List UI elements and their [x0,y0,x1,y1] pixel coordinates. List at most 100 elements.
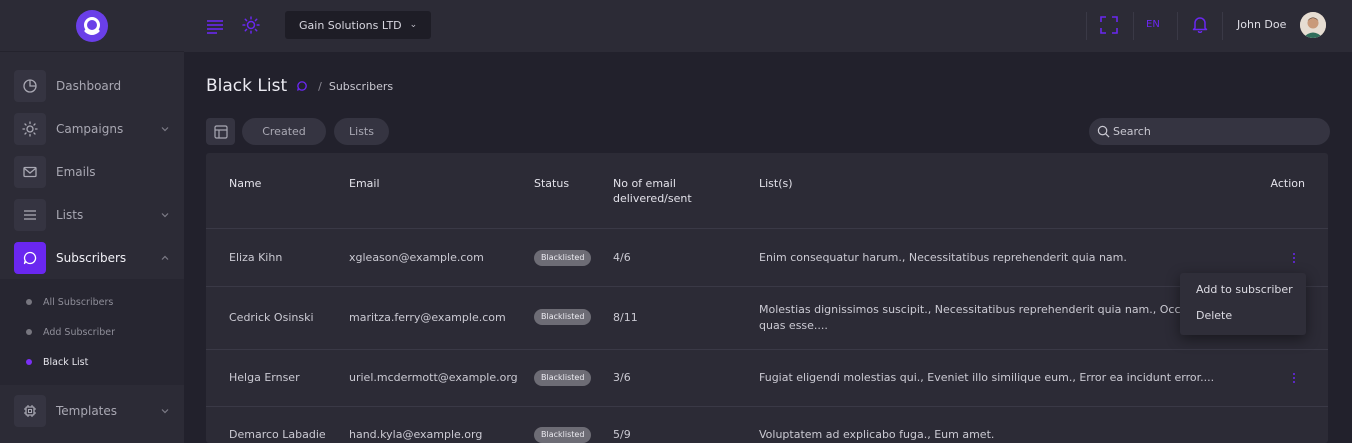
chevron-up-icon [161,255,169,260]
subscriber-email: uriel.mcdermott@example.org [349,371,518,384]
add-to-subscriber-menu-item[interactable]: Add to subscriber [1180,283,1306,309]
subscribers-table: Name Email Status No of email delivered/… [206,153,1328,443]
chip-icon [14,394,46,427]
sidebar-subitem-label: Add Subscriber [43,326,115,338]
mail-icon [14,155,46,188]
created-filter-button[interactable]: Created [242,118,326,145]
fullscreen-icon[interactable] [1100,16,1118,34]
subscriber-email: xgleason@example.com [349,251,484,264]
toolbar: Created Lists [206,118,1330,146]
subscriber-lists: Voluptatem ad explicabo fuga., Eum amet. [759,428,995,441]
app-logo-icon[interactable] [76,9,108,42]
sidebar-subitem-label: Black List [43,356,89,368]
subscriber-name: Helga Ernser [229,371,300,384]
main-content: Black List / Subscribers Created Lists N… [206,52,1330,443]
sidebar-subitem-add-subscriber[interactable]: Add Subscriber [0,317,184,347]
sidebar-item-label: Subscribers [56,250,127,265]
chevron-down-icon [161,126,169,131]
chevron-down-icon: ⌄ [409,20,418,30]
sidebar-subitem-label: All Subscribers [43,296,114,308]
avatar[interactable] [1300,12,1326,38]
sidebar-item-subscribers[interactable]: Subscribers [0,236,184,279]
status-badge: Blacklisted [534,370,592,386]
row-actions-kebab-icon[interactable] [1288,371,1300,385]
subscribers-submenu: All Subscribers Add Subscriber Black Lis… [0,279,184,385]
list-icon [14,198,46,231]
table-row: Cedrick Osinski maritza.ferry@example.co… [206,286,1328,349]
sidebar-item-lists[interactable]: Lists [0,193,184,236]
table-layout-icon [213,124,228,139]
table-row: Demarco Labadie hand.kyla@example.org Bl… [206,406,1328,443]
breadcrumb[interactable]: Subscribers [329,80,393,93]
sidebar-item-campaigns[interactable]: Campaigns [0,107,184,150]
bell-icon[interactable] [1191,15,1209,33]
sidebar-subitem-black-list[interactable]: Black List [0,347,184,377]
subscriber-name: Demarco Labadie [229,428,326,441]
sidebar-nav: Dashboard Campaigns Emails Lists Subscri… [0,52,184,432]
column-header-delivered-line1: No of email [613,177,676,190]
message-circle-icon [14,241,46,274]
breadcrumb-separator: / [318,79,322,93]
bullet-icon [26,359,32,365]
search-box [1089,118,1330,145]
brand [0,0,184,52]
sidebar-item-label: Templates [56,403,118,418]
column-header-name[interactable]: Name [229,176,261,191]
divider [1133,12,1134,40]
row-actions-kebab-icon[interactable] [1288,251,1300,265]
company-name: Gain Solutions LTD [299,18,402,32]
company-selector[interactable]: Gain Solutions LTD ⌄ [285,11,432,39]
delivered-count: 5/9 [613,428,631,441]
sidebar-item-label: Campaigns [56,121,124,136]
title-row: Black List / Subscribers [206,76,393,96]
sidebar: Dashboard Campaigns Emails Lists Subscri… [0,0,184,443]
sidebar-item-emails[interactable]: Emails [0,150,184,193]
delivered-count: 8/11 [613,311,638,324]
subscriber-name: Eliza Kihn [229,251,283,264]
status-badge: Blacklisted [534,427,592,443]
search-icon [1097,125,1110,138]
sidebar-item-label: Lists [56,207,84,222]
subscriber-email: hand.kyla@example.org [349,428,483,441]
bullet-icon [26,329,32,335]
lists-filter-button[interactable]: Lists [334,118,389,145]
table-row: Helga Ernser uriel.mcdermott@example.org… [206,349,1328,406]
subscriber-lists-continued: quas esse.... [759,319,828,332]
bullet-icon [26,299,32,305]
row-actions-dropdown: Add to subscriber Delete [1180,273,1306,335]
column-header-status[interactable]: Status [534,176,569,191]
theme-toggle-sun-icon[interactable] [242,16,260,34]
delete-menu-item[interactable]: Delete [1180,309,1306,335]
divider [1222,12,1223,40]
column-header-lists[interactable]: List(s) [759,176,793,191]
topbar: Gain Solutions LTD ⌄ EN John Doe [184,0,1352,52]
sidebar-item-dashboard[interactable]: Dashboard [0,64,184,107]
column-header-delivered-line2: delivered/sent [613,192,692,205]
message-circle-icon [296,80,308,92]
subscriber-lists: Fugiat eligendi molestias qui., Eveniet … [759,371,1215,384]
sidebar-item-label: Dashboard [56,78,122,93]
chevron-down-icon [161,408,169,413]
subscriber-name: Cedrick Osinski [229,311,314,324]
sidebar-item-label: Emails [56,164,96,179]
user-name[interactable]: John Doe [1237,18,1286,31]
layout-toggle-button[interactable] [206,118,235,145]
delivered-count: 3/6 [613,371,631,384]
sidebar-subitem-all-subscribers[interactable]: All Subscribers [0,287,184,317]
table-row: Eliza Kihn xgleason@example.com Blacklis… [206,228,1328,286]
pie-chart-icon [14,69,46,102]
subscriber-lists: Molestias dignissimos suscipit., Necessi… [759,303,1215,316]
column-header-delivered[interactable]: No of email delivered/sent [613,176,692,206]
search-input[interactable] [1113,125,1313,138]
divider [1177,12,1178,40]
language-selector[interactable]: EN [1146,19,1160,30]
sidebar-item-templates[interactable]: Templates [0,389,184,432]
chevron-down-icon [161,212,169,217]
status-badge: Blacklisted [534,309,592,325]
column-header-action: Action [1270,177,1305,190]
page-title: Black List [206,76,288,96]
menu-toggle-icon[interactable] [206,17,224,35]
column-header-email[interactable]: Email [349,176,380,191]
sun-icon [14,112,46,145]
status-badge: Blacklisted [534,250,592,266]
